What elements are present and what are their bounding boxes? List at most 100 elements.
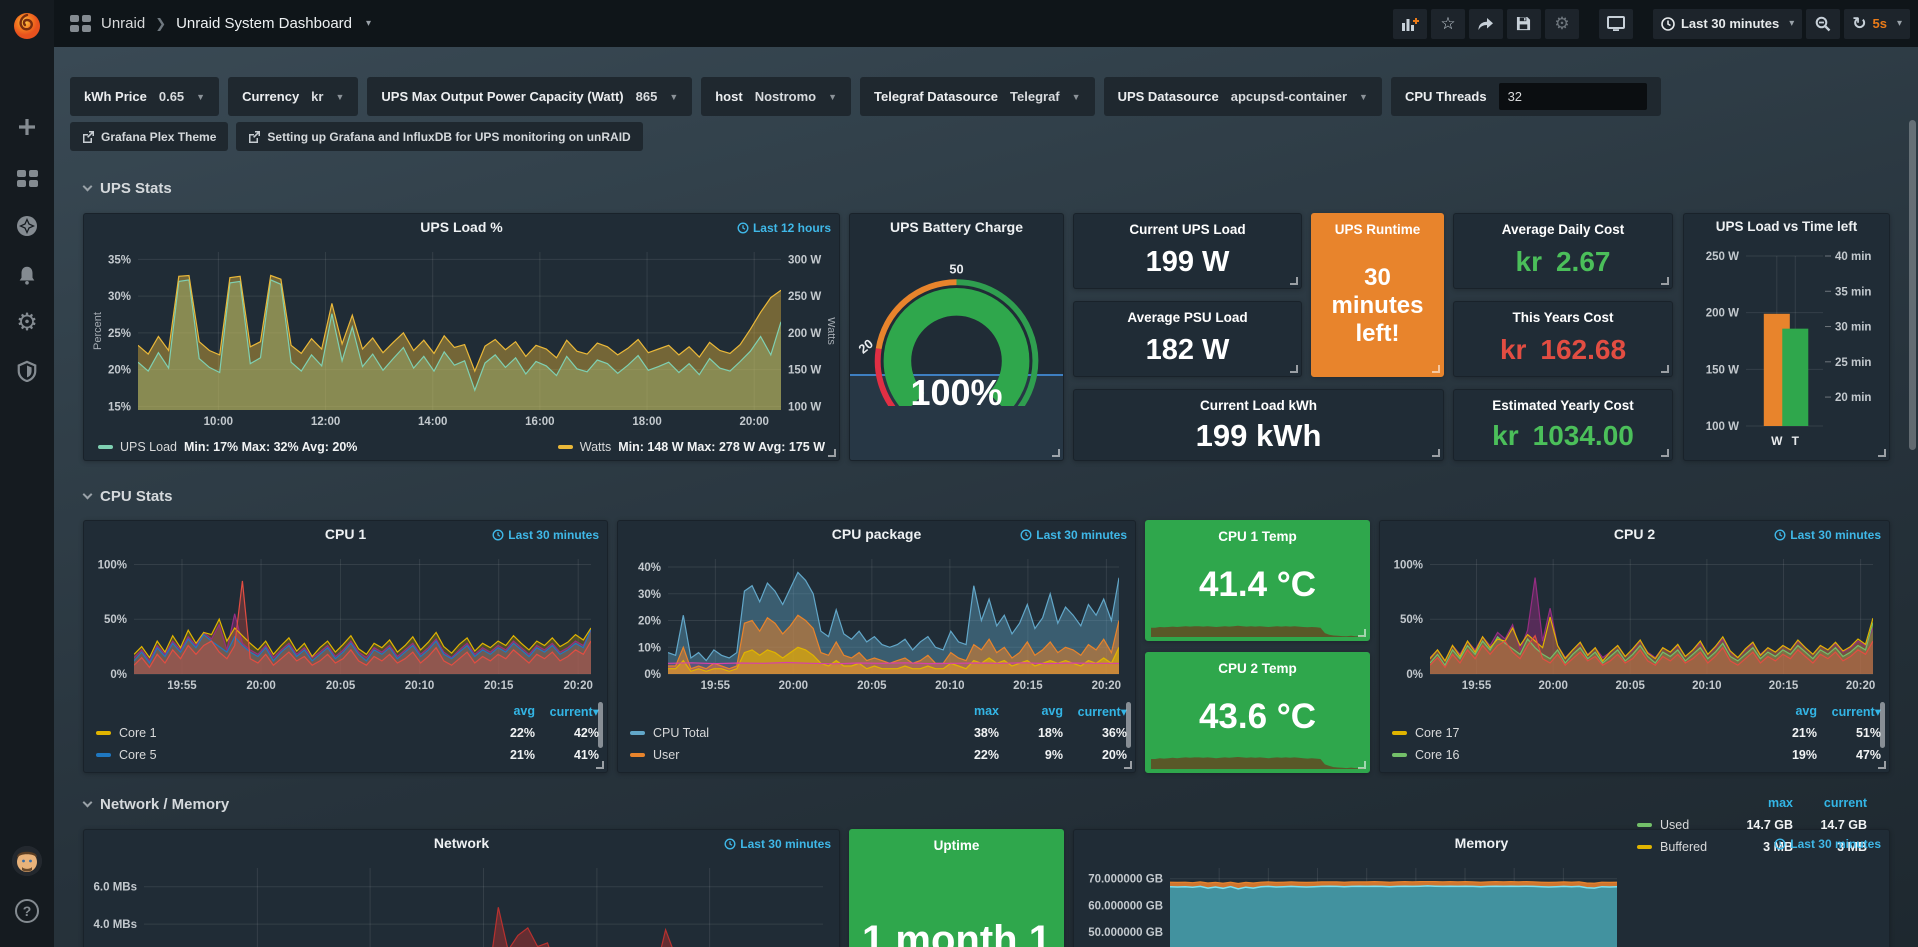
panel-title[interactable]: UPS Load % xyxy=(84,219,839,235)
share-button[interactable] xyxy=(1469,9,1503,39)
variable-kwh-price[interactable]: kWh Price 0.65 ▼ xyxy=(70,77,219,116)
section-cpu-stats[interactable]: CPU Stats xyxy=(84,488,173,505)
refresh-interval-label[interactable]: 5s xyxy=(1873,16,1887,31)
svg-text:25%: 25% xyxy=(108,328,131,340)
add-panel-button[interactable] xyxy=(1393,9,1427,39)
variable-value[interactable]: 0.65 xyxy=(159,89,184,104)
panel-time-range[interactable]: Last 30 minutes xyxy=(1774,837,1881,851)
help-icon[interactable]: ? xyxy=(0,893,54,929)
panel-time-range[interactable]: Last 30 minutes xyxy=(1774,528,1881,542)
svg-text:20:10: 20:10 xyxy=(405,680,434,692)
panel-cpu2: CPU 2 Last 30 minutes 19:5520:0020:0520:… xyxy=(1379,520,1890,773)
legend-column-avg[interactable]: avg xyxy=(1753,704,1817,718)
legend-series[interactable]: UPS Load Min: 17% Max: 32% Avg: 20% xyxy=(98,440,357,454)
save-button[interactable] xyxy=(1507,9,1541,39)
legend-series[interactable]: User22%9%20% xyxy=(630,744,1127,766)
legend-series[interactable]: Used14.7 GB14.7 GB xyxy=(1637,814,1867,836)
legend-value: 19% xyxy=(1753,748,1817,762)
legend-column-max[interactable]: max xyxy=(935,704,999,718)
panel-title[interactable]: Average PSU Load xyxy=(1074,310,1301,325)
variable-value[interactable]: 865 xyxy=(636,89,658,104)
legend-column-avg[interactable]: avg xyxy=(471,704,535,718)
dashboard-link-grafana-plex-theme[interactable]: Grafana Plex Theme xyxy=(70,122,228,151)
bar-T[interactable] xyxy=(1782,329,1808,426)
variable-label: host xyxy=(715,89,742,104)
variable-host[interactable]: host Nostromo ▼ xyxy=(701,77,851,116)
cpu1-chart[interactable]: 19:5520:0020:0520:1020:1520:200%50%100% xyxy=(88,549,603,694)
server-admin-shield-icon[interactable] xyxy=(0,353,54,389)
cpu2-chart[interactable]: 19:5520:0020:0520:1020:1520:200%50%100% xyxy=(1384,549,1885,694)
legend-series[interactable]: Core 521%41% xyxy=(96,744,599,766)
ups-load-time-bar-chart[interactable]: 100 W150 W200 W250 W20 min25 min30 min35… xyxy=(1688,240,1885,454)
legend-column-max[interactable]: max xyxy=(1719,796,1793,810)
panel-title[interactable]: CPU 2 Temp xyxy=(1146,661,1369,676)
dashboard-settings-button[interactable]: ⚙ xyxy=(1545,9,1579,39)
panel-title[interactable]: Memory xyxy=(1074,835,1889,851)
legend-scrollbar[interactable] xyxy=(598,702,603,748)
legend-column-current[interactable]: current▾ xyxy=(1063,704,1127,719)
legend-value: 51% xyxy=(1817,726,1881,740)
svg-text:0%: 0% xyxy=(644,669,661,681)
memory-chart[interactable]: 50.000000 GB60.000000 GB70.000000 GB xyxy=(1078,858,1623,947)
variable-currency[interactable]: Currency kr ▼ xyxy=(228,77,358,116)
panel-title[interactable]: UPS Load vs Time left xyxy=(1684,219,1889,234)
legend-series[interactable]: Core 1721%51% xyxy=(1392,722,1881,744)
dashboards-icon[interactable] xyxy=(0,160,54,196)
panel-time-range[interactable]: Last 30 minutes xyxy=(1020,528,1127,542)
variable-ups-max-output[interactable]: UPS Max Output Power Capacity (Watt) 865… xyxy=(367,77,692,116)
page-scrollbar[interactable] xyxy=(1909,120,1916,450)
cpu-threads-input[interactable] xyxy=(1499,83,1647,110)
variable-ups-datasource[interactable]: UPS Datasource apcupsd-container ▼ xyxy=(1104,77,1382,116)
legend-column-current[interactable]: current▾ xyxy=(535,704,599,719)
panel-title[interactable]: This Years Cost xyxy=(1454,310,1672,325)
refresh-button[interactable]: ↻ 5s ▾ xyxy=(1844,9,1910,39)
panel-title[interactable]: Average Daily Cost xyxy=(1454,222,1672,237)
section-ups-stats[interactable]: UPS Stats xyxy=(84,180,172,197)
dashboard-caret-icon[interactable]: ▾ xyxy=(366,18,371,29)
explore-icon[interactable] xyxy=(0,208,54,244)
variable-value[interactable]: apcupsd-container xyxy=(1231,89,1347,104)
panel-time-range[interactable]: Last 12 hours xyxy=(737,221,831,235)
variable-value[interactable]: kr xyxy=(311,89,323,104)
panel-title[interactable]: UPS Battery Charge xyxy=(850,219,1063,235)
panel-time-range[interactable]: Last 30 minutes xyxy=(724,837,831,851)
legend-scrollbar[interactable] xyxy=(1880,702,1885,748)
legend-column-current[interactable]: current▾ xyxy=(1817,704,1881,719)
legend-series[interactable]: Core 1619%47% xyxy=(1392,744,1881,766)
variable-value[interactable]: Nostromo xyxy=(755,89,816,104)
panel-title[interactable]: Uptime xyxy=(850,838,1063,853)
breadcrumb-dashboard-title[interactable]: Unraid System Dashboard xyxy=(176,15,352,32)
ups-load-chart[interactable]: 10:0012:0014:0016:0018:0020:0015%100 W20… xyxy=(88,242,835,430)
legend-scrollbar[interactable] xyxy=(1126,702,1131,748)
section-network-memory[interactable]: Network / Memory xyxy=(84,796,229,813)
legend-series[interactable]: Watts Min: 148 W Max: 278 W Avg: 175 W xyxy=(558,440,825,454)
panel-title[interactable]: UPS Runtime xyxy=(1312,222,1443,237)
variable-telegraf-datasource[interactable]: Telegraf Datasource Telegraf ▼ xyxy=(860,77,1095,116)
time-range-picker[interactable]: Last 30 minutes ▾ xyxy=(1653,9,1802,39)
panel-title[interactable]: Current UPS Load xyxy=(1074,222,1301,237)
zoom-out-button[interactable] xyxy=(1806,9,1840,39)
star-button[interactable]: ☆ xyxy=(1431,9,1465,39)
stat-value: kr2.67 xyxy=(1516,246,1611,278)
dashboard-link-ups-monitoring-guide[interactable]: Setting up Grafana and InfluxDB for UPS … xyxy=(236,122,642,151)
panel-time-range[interactable]: Last 30 minutes xyxy=(492,528,599,542)
user-avatar[interactable] xyxy=(0,843,54,879)
variable-value[interactable]: Telegraf xyxy=(1010,89,1060,104)
cpu-package-chart[interactable]: 19:5520:0020:0520:1020:1520:200%10%20%30… xyxy=(622,549,1131,694)
apps-grid-icon[interactable] xyxy=(70,15,91,32)
alerting-icon[interactable] xyxy=(0,257,54,293)
legend-series[interactable]: CPU Total38%18%36% xyxy=(630,722,1127,744)
grafana-logo[interactable] xyxy=(11,9,43,41)
legend-column-current[interactable]: current xyxy=(1793,796,1867,810)
legend-series[interactable]: Core 122%42% xyxy=(96,722,599,744)
panel-title[interactable]: CPU 1 Temp xyxy=(1146,529,1369,544)
legend-column-avg[interactable]: avg xyxy=(999,704,1063,718)
network-chart[interactable]: 2.0 MBs4.0 MBs6.0 MBs xyxy=(88,858,835,947)
configuration-gear-icon[interactable]: ⚙ xyxy=(0,305,54,341)
create-icon[interactable] xyxy=(0,109,54,145)
panel-title[interactable]: Estimated Yearly Cost xyxy=(1454,398,1672,413)
legend-value: 22% xyxy=(471,726,535,740)
breadcrumb-folder[interactable]: Unraid xyxy=(101,15,145,32)
panel-title[interactable]: Current Load kWh xyxy=(1074,398,1443,413)
kiosk-mode-button[interactable] xyxy=(1599,9,1633,39)
